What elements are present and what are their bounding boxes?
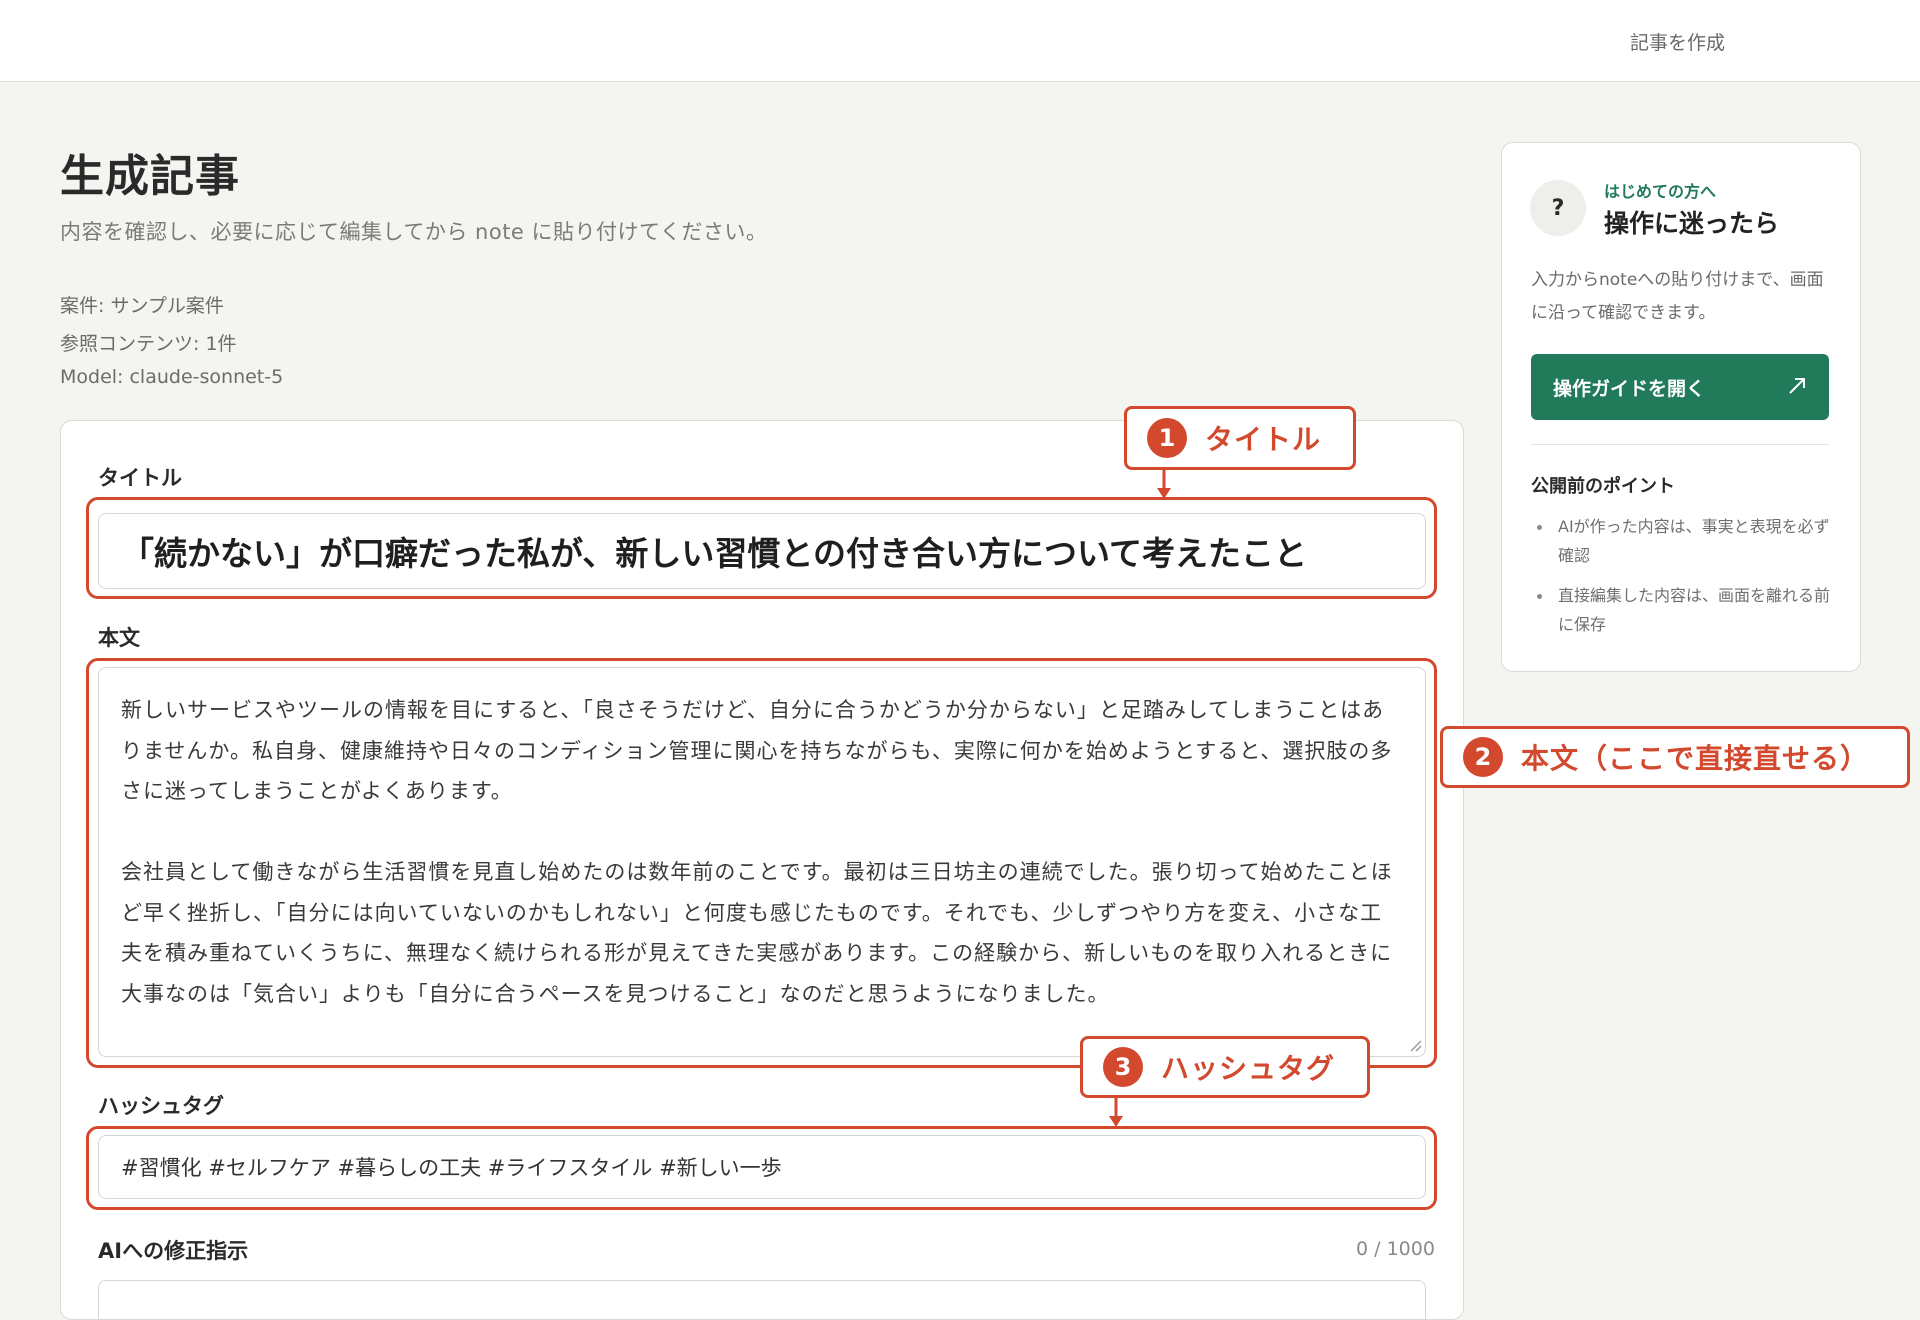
tip-item: 直接編集した内容は、画面を離れる前に保存 (1537, 581, 1838, 639)
meta-case: 案件: サンプル案件 (60, 295, 224, 317)
title-input[interactable] (98, 513, 1426, 589)
open-guide-label: 操作ガイドを開く (1553, 378, 1706, 400)
annotation-number: 3 (1103, 1047, 1143, 1087)
top-bar: 記事を作成 (0, 0, 1920, 82)
help-divider (1531, 444, 1829, 445)
resize-grip-icon[interactable] (1408, 1038, 1422, 1052)
body-label: 本文 (98, 626, 140, 650)
ai-instruction-char-count: 0 / 1000 (1356, 1238, 1435, 1260)
annotation-label: 本文（ここで直接直せる） (1521, 742, 1870, 775)
page-title: 生成記事 (60, 151, 240, 202)
tips-title: 公開前のポイント (1531, 476, 1675, 497)
hashtags-input[interactable] (98, 1135, 1426, 1199)
hashtags-label: ハッシュタグ (98, 1094, 224, 1118)
annotation-number: 1 (1147, 418, 1187, 458)
meta-reference-count: 参照コンテンツ: 1件 (60, 333, 237, 355)
question-mark-icon: ? (1530, 180, 1586, 236)
help-eyebrow: はじめての方へ (1604, 182, 1717, 201)
title-label: タイトル (98, 466, 182, 490)
create-article-link[interactable]: 記事を作成 (1630, 28, 1725, 55)
ai-instruction-label: AIへの修正指示 (98, 1239, 249, 1263)
body-textarea[interactable]: 新しいサービスやツールの情報を目にすると、「良さそうだけど、自分に合うかどうか分… (98, 667, 1426, 1057)
meta-model: Model: claude-sonnet-5 (60, 366, 284, 388)
annotation-callout-body: 2 本文（ここで直接直せる） (1440, 726, 1910, 788)
help-description: 入力からnoteへの貼り付けまで、画面に沿って確認できます。 (1531, 270, 1824, 323)
ai-instruction-input[interactable] (98, 1280, 1426, 1320)
annotation-callout-title: 1 タイトル (1124, 406, 1356, 470)
tip-item: AIが作った内容は、事実と表現を必ず確認 (1537, 512, 1838, 570)
open-guide-button[interactable]: 操作ガイドを開く (1531, 354, 1829, 420)
annotation-callout-hashtags: 3 ハッシュタグ (1080, 1036, 1370, 1098)
annotation-number: 2 (1463, 737, 1503, 777)
help-title: 操作に迷ったら (1604, 209, 1780, 238)
external-arrow-icon (1789, 378, 1805, 394)
page-subtitle: 内容を確認し、必要に応じて編集してから note に貼り付けてください。 (60, 220, 768, 244)
annotation-label: タイトル (1205, 423, 1322, 456)
annotation-label: ハッシュタグ (1161, 1052, 1336, 1085)
